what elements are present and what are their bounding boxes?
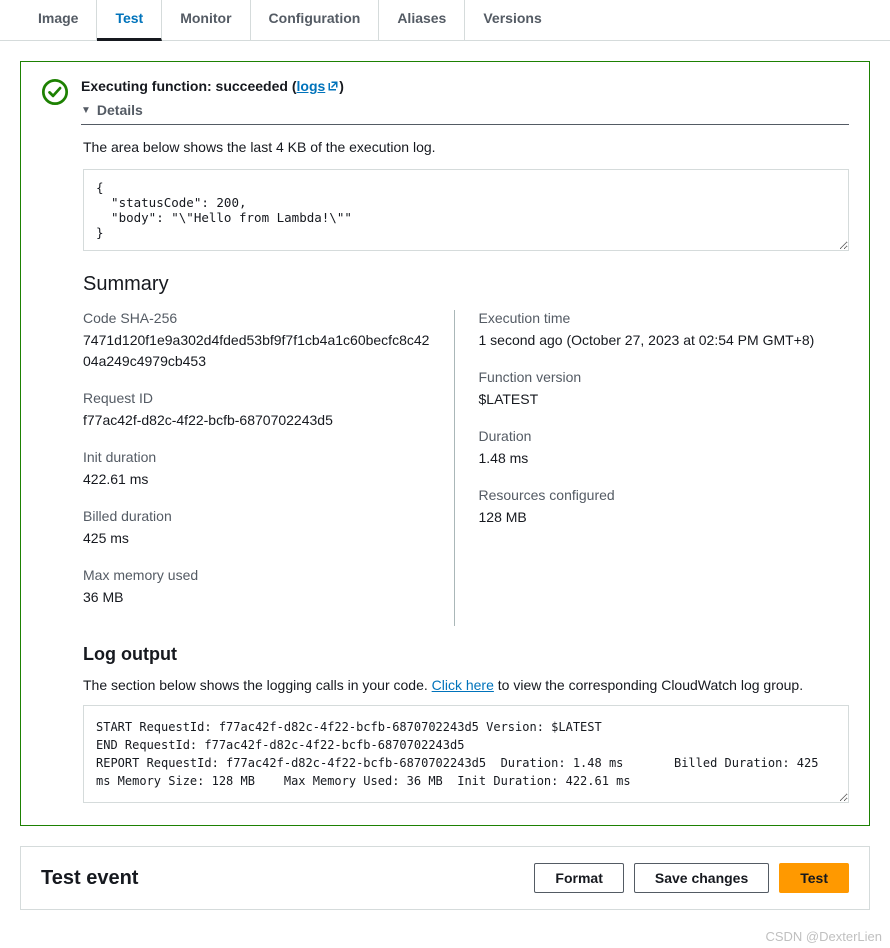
save-changes-button[interactable]: Save changes (634, 863, 769, 893)
summary-item-label: Billed duration (83, 508, 434, 524)
details-toggle-label: Details (97, 102, 143, 118)
summary-item-value: $LATEST (479, 389, 830, 410)
tab-test[interactable]: Test (97, 0, 162, 41)
tab-aliases[interactable]: Aliases (379, 0, 465, 40)
logs-link[interactable]: logs (297, 78, 340, 94)
summary-heading: Summary (83, 273, 849, 296)
summary-item: Duration 1.48 ms (479, 428, 830, 469)
caret-down-icon: ▼ (81, 105, 91, 116)
summary-item: Resources configured 128 MB (479, 487, 830, 528)
summary-left-column: Code SHA-256 7471d120f1e9a302d4fded53bf9f… (83, 310, 455, 626)
format-button[interactable]: Format (534, 863, 623, 893)
summary-item: Init duration 422.61 ms (83, 449, 434, 490)
execution-result-panel: Executing function: succeeded (logs) ▼ D… (20, 61, 870, 826)
summary-item-value: 1 second ago (October 27, 2023 at 02:54 … (479, 330, 830, 351)
summary-item-label: Init duration (83, 449, 434, 465)
summary-item: Code SHA-256 7471d120f1e9a302d4fded53bf9f… (83, 310, 434, 372)
summary-item-value: 425 ms (83, 528, 434, 549)
summary-item-label: Code SHA-256 (83, 310, 434, 326)
summary-item-value: 128 MB (479, 507, 830, 528)
execution-status-title: Executing function: succeeded (logs) (81, 78, 849, 94)
summary-item-label: Function version (479, 369, 830, 385)
summary-item-value: 422.61 ms (83, 469, 434, 490)
summary-item-value: 36 MB (83, 587, 434, 608)
test-event-title: Test event (41, 867, 138, 890)
summary-item-label: Execution time (479, 310, 830, 326)
summary-item-label: Max memory used (83, 567, 434, 583)
summary-item-value: f77ac42f-d82c-4f22-bcfb-6870702243d5 (83, 410, 434, 431)
summary-item-value: 7471d120f1e9a302d4fded53bf9f7f1cb4a1c60b… (83, 330, 434, 372)
summary-item-value: 1.48 ms (479, 448, 830, 469)
summary-item-label: Resources configured (479, 487, 830, 503)
test-event-panel: Test event Format Save changes Test (20, 846, 870, 910)
external-link-icon (327, 80, 339, 92)
cloudwatch-link[interactable]: Click here (432, 677, 494, 693)
tab-configuration[interactable]: Configuration (251, 0, 380, 40)
summary-item-label: Request ID (83, 390, 434, 406)
summary-item: Billed duration 425 ms (83, 508, 434, 549)
summary-item: Function version $LATEST (479, 369, 830, 410)
log-output-body[interactable]: START RequestId: f77ac42f-d82c-4f22-bcfb… (83, 705, 849, 803)
tab-image[interactable]: Image (20, 0, 97, 40)
tab-versions[interactable]: Versions (465, 0, 559, 40)
summary-item: Max memory used 36 MB (83, 567, 434, 608)
log-output-description: The section below shows the logging call… (83, 677, 849, 693)
tab-monitor[interactable]: Monitor (162, 0, 250, 40)
success-icon (41, 78, 69, 106)
execution-status-text: Executing function: succeeded (81, 78, 288, 94)
details-toggle[interactable]: ▼ Details (81, 102, 849, 125)
test-button[interactable]: Test (779, 863, 849, 893)
summary-item: Execution time 1 second ago (October 27, … (479, 310, 830, 351)
tab-bar: ImageTestMonitorConfigurationAliasesVers… (0, 0, 890, 41)
watermark-text: CSDN @DexterLien (765, 929, 882, 944)
exec-log-description: The area below shows the last 4 KB of th… (83, 139, 849, 155)
log-output-heading: Log output (83, 644, 849, 665)
summary-item-label: Duration (479, 428, 830, 444)
summary-right-column: Execution time 1 second ago (October 27, … (479, 310, 850, 626)
summary-item: Request ID f77ac42f-d82c-4f22-bcfb-687070… (83, 390, 434, 431)
response-body-output[interactable]: { "statusCode": 200, "body": "\"Hello fr… (83, 169, 849, 251)
